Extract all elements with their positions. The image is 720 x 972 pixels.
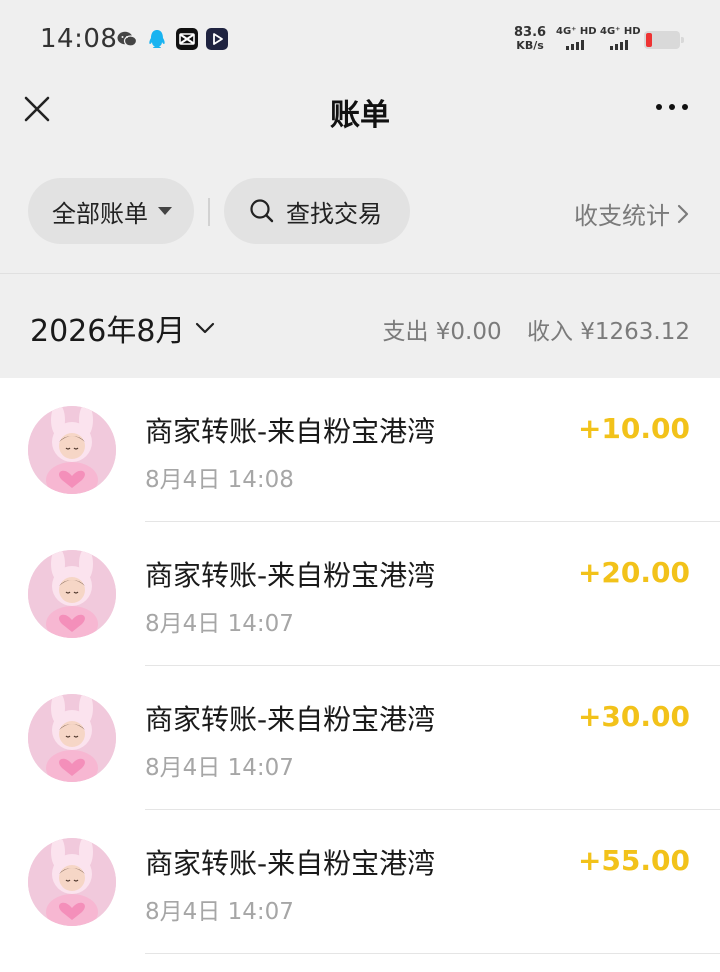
nav-bar: 账单 bbox=[0, 80, 720, 140]
network-type-2: 4G⁺ HD bbox=[600, 26, 641, 37]
status-time: 14:08 bbox=[40, 24, 118, 54]
status-bar: 14:08 83.6 KB/s 4G⁺ HD 4G⁺ HD bbox=[0, 0, 720, 80]
chevron-right-icon bbox=[677, 204, 689, 223]
capcut-icon bbox=[176, 28, 198, 50]
battery-icon bbox=[644, 31, 684, 49]
transaction-title: 商家转账-来自粉宝港湾 bbox=[145, 703, 436, 736]
filter-divider bbox=[208, 198, 210, 226]
transaction-list: 商家转账-来自粉宝港湾 8月4日 14:08 +10.00 商家转账-来自粉宝港… bbox=[0, 378, 720, 972]
avatar-image bbox=[28, 406, 116, 494]
transaction-time: 8月4日 14:08 bbox=[145, 467, 294, 493]
transaction-title: 商家转账-来自粉宝港湾 bbox=[145, 847, 436, 880]
more-icon[interactable] bbox=[656, 104, 688, 110]
transaction-amount: +10.00 bbox=[577, 412, 690, 445]
avatar-image bbox=[28, 838, 116, 926]
expense-value: ¥0.00 bbox=[435, 319, 502, 345]
month-summary: 支出 ¥0.00 收入 ¥1263.12 bbox=[382, 312, 690, 346]
merchant-avatar bbox=[28, 406, 116, 494]
transaction-title: 商家转账-来自粉宝港湾 bbox=[145, 415, 436, 448]
income-value: ¥1263.12 bbox=[580, 319, 690, 345]
merchant-avatar bbox=[28, 550, 116, 638]
transaction-time: 8月4日 14:07 bbox=[145, 755, 294, 781]
page-title: 账单 bbox=[330, 98, 390, 133]
search-label: 查找交易 bbox=[286, 199, 382, 228]
filter-bar: 全部账单 查找交易 收支统计 bbox=[0, 178, 720, 246]
transaction-amount: +55.00 bbox=[577, 844, 690, 877]
transaction-time: 8月4日 14:07 bbox=[145, 611, 294, 637]
month-header: 2026年8月 支出 ¥0.00 收入 ¥1263.12 bbox=[0, 274, 720, 378]
avatar-image bbox=[28, 550, 116, 638]
month-label: 2026年8月 bbox=[30, 314, 186, 349]
income-expense-stats-link[interactable]: 收支统计 bbox=[574, 196, 690, 231]
network-speed-unit: KB/s bbox=[516, 39, 544, 52]
row-divider bbox=[145, 953, 720, 954]
video-app-icon bbox=[206, 28, 228, 50]
transaction-amount: +20.00 bbox=[577, 556, 690, 589]
stats-label: 收支统计 bbox=[574, 202, 670, 230]
network-speed: 83.6 KB/s bbox=[514, 26, 546, 52]
expense-summary: 支出 ¥0.00 bbox=[382, 319, 501, 345]
search-icon bbox=[250, 199, 274, 223]
signal-bars-1 bbox=[566, 40, 584, 50]
transaction-row[interactable]: 商家转账-来自粉宝港湾 8月4日 14:07 +20.00 bbox=[0, 522, 720, 666]
wechat-icon bbox=[117, 31, 138, 47]
all-bills-dropdown[interactable]: 全部账单 bbox=[28, 178, 194, 244]
transaction-row[interactable]: 商家转账-来自粉宝港湾 8月4日 14:07 +30.00 bbox=[0, 666, 720, 810]
all-bills-label: 全部账单 bbox=[52, 199, 148, 228]
network-speed-value: 83.6 bbox=[514, 25, 547, 40]
qq-icon bbox=[149, 30, 165, 48]
month-selector[interactable]: 2026年8月 bbox=[30, 306, 215, 350]
transaction-amount: +30.00 bbox=[577, 700, 690, 733]
transaction-time: 8月4日 14:07 bbox=[145, 899, 294, 925]
merchant-avatar bbox=[28, 694, 116, 782]
chevron-down-icon bbox=[196, 322, 215, 334]
transaction-row[interactable]: 商家转账-来自粉宝港湾 8月4日 14:07 +55.00 bbox=[0, 810, 720, 954]
caret-down-icon bbox=[158, 207, 172, 215]
avatar-image bbox=[28, 694, 116, 782]
transaction-row[interactable]: 商家转账-来自粉宝港湾 8月4日 14:08 +10.00 bbox=[0, 378, 720, 522]
transaction-title: 商家转账-来自粉宝港湾 bbox=[145, 559, 436, 592]
expense-label: 支出 bbox=[382, 319, 429, 345]
network-type-1: 4G⁺ HD bbox=[556, 26, 597, 37]
income-label: 收入 bbox=[526, 319, 573, 345]
search-transactions-button[interactable]: 查找交易 bbox=[224, 178, 410, 244]
income-summary: 收入 ¥1263.12 bbox=[527, 319, 690, 345]
signal-bars-2 bbox=[610, 40, 628, 50]
merchant-avatar bbox=[28, 838, 116, 926]
